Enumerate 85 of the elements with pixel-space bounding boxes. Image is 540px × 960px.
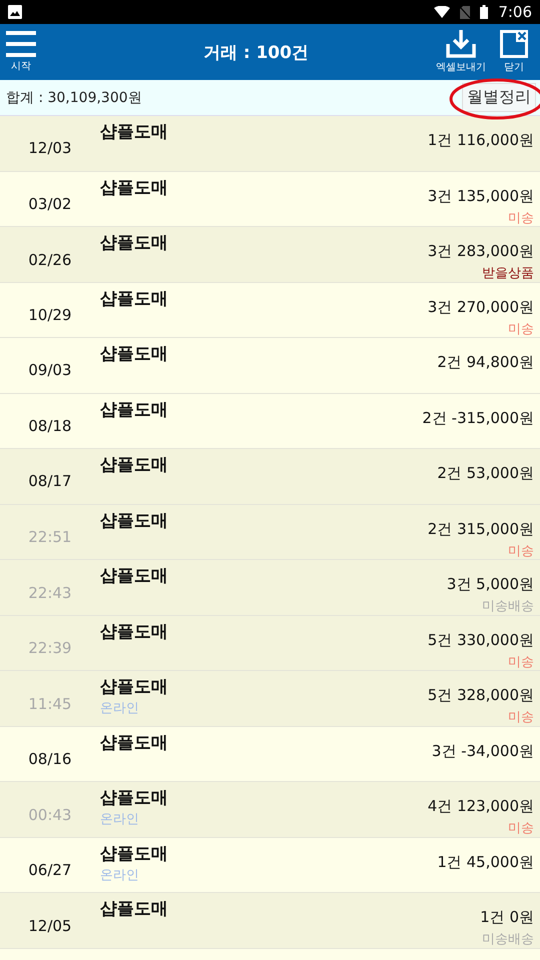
wifi-icon: [434, 6, 450, 18]
channel-label: 온라인: [100, 811, 140, 828]
transaction-amount: 3건 270,000원: [428, 298, 534, 316]
transaction-date: 10/29: [28, 306, 72, 324]
transaction-date: 12/03: [28, 139, 72, 158]
transaction-row[interactable]: 03/02 샵플도매 3건 135,000원 미송: [0, 172, 540, 227]
transaction-amount: 2건 315,000원: [428, 520, 534, 538]
transaction-date: 08/18: [28, 416, 72, 435]
close-button[interactable]: 닫기: [500, 30, 528, 74]
transaction-amount: 3건 135,000원: [428, 186, 534, 206]
transaction-amount: 2건 53,000원: [437, 464, 534, 483]
transaction-row[interactable]: 22:39 샵플도매 5건 330,000원 미송: [0, 616, 540, 671]
status-label: 미송: [508, 542, 534, 560]
monthly-summary-button[interactable]: 월별정리: [462, 83, 536, 112]
transaction-row[interactable]: 00:43 샵플도매 온라인 4건 123,000원 미송: [0, 782, 540, 838]
transaction-row[interactable]: 22:51 샵플도매 2건 315,000원 미송: [0, 504, 540, 560]
transaction-amount: 3건 -34,000원: [432, 742, 534, 760]
battery-icon: [480, 5, 488, 19]
close-window-icon: [500, 30, 528, 58]
customer-name: 샵플도매: [100, 288, 169, 310]
transaction-amount: 3건 283,000원: [428, 242, 534, 261]
transaction-time: 22:51: [28, 528, 72, 546]
transaction-time: 00:43: [28, 806, 72, 824]
transaction-date: 06/27: [28, 860, 72, 879]
transaction-amount: 5건 330,000원: [428, 630, 534, 650]
transaction-row[interactable]: 06/27 샵플도매 온라인 1건 45,000원: [0, 838, 540, 893]
transaction-row[interactable]: 08/17 샵플도매 2건 53,000원: [0, 449, 540, 504]
transaction-amount: 5건 328,000원: [428, 686, 534, 705]
transaction-row[interactable]: 08/16 샵플도매 3건 -34,000원: [0, 726, 540, 782]
download-icon: [446, 30, 476, 58]
clock-time: 7:06: [498, 3, 532, 21]
customer-name: 샵플도매: [100, 398, 169, 420]
status-label: 미송: [508, 820, 534, 837]
transaction-row[interactable]: 12/05 샵플도매 1건 0원 미송배송: [0, 893, 540, 948]
excel-export-button[interactable]: 엑셀보내기: [436, 30, 486, 74]
customer-name: 샵플도매: [100, 842, 169, 864]
transaction-amount: 1건 45,000원: [437, 852, 534, 872]
total-amount: 합계 : 30,109,300원: [6, 88, 142, 106]
transaction-date: 02/26: [28, 250, 72, 268]
customer-name: 샵플도매: [100, 121, 169, 143]
customer-name: 샵플도매: [100, 676, 169, 698]
transaction-date: 08/16: [28, 750, 72, 768]
transaction-row[interactable]: 11:45 샵플도매 온라인 5건 328,000원 미송: [0, 671, 540, 726]
transaction-date: 09/03: [28, 361, 72, 380]
status-label: 미송배송: [482, 598, 534, 615]
customer-name: 샵플도매: [100, 620, 169, 642]
customer-name: 샵플도매: [100, 898, 169, 920]
status-label: 미송: [508, 210, 534, 226]
transaction-amount: 3건 5,000원: [446, 575, 534, 594]
header-title: 거래 : 100건: [202, 42, 310, 64]
transaction-date: 12/05: [28, 916, 72, 934]
menu-icon: [6, 31, 36, 57]
transaction-date: 08/17: [28, 472, 72, 490]
transaction-date: 03/02: [28, 195, 72, 213]
transaction-amount: 1건 0원: [480, 908, 534, 927]
status-label: 미송: [508, 654, 534, 670]
customer-name: 샵플도매: [100, 176, 169, 198]
status-label: 미송: [508, 709, 534, 726]
customer-name: 샵플도매: [100, 454, 169, 476]
status-label: 미송배송: [482, 931, 534, 948]
no-sim-icon: [460, 6, 470, 18]
transaction-time: 22:39: [28, 639, 72, 657]
transaction-row[interactable]: 02/26 샵플도매 3건 283,000원 받을상품: [0, 227, 540, 282]
customer-name: 샵플도매: [100, 510, 169, 532]
channel-label: 온라인: [100, 700, 140, 717]
transaction-time: 11:45: [28, 694, 72, 712]
customer-name: 샵플도매: [100, 343, 169, 365]
status-label: 미송: [508, 320, 534, 338]
channel-label: 온라인: [100, 866, 140, 884]
menu-button[interactable]: 시작: [6, 31, 36, 73]
transaction-row[interactable]: 08/18 샵플도매 2건 -315,000원: [0, 394, 540, 449]
customer-name: 샵플도매: [100, 787, 169, 809]
customer-name: 샵플도매: [100, 565, 169, 587]
transaction-amount: 2건 -315,000원: [422, 408, 534, 428]
transaction-amount: 2건 94,800원: [437, 353, 534, 372]
transaction-row[interactable]: 22:43 샵플도매 3건 5,000원 미송배송: [0, 560, 540, 616]
transaction-row[interactable]: 10/29 샵플도매 3건 270,000원 미송: [0, 282, 540, 338]
image-icon: [8, 5, 22, 19]
customer-name: 샵플도매: [100, 732, 169, 754]
status-label: 받을상품: [482, 265, 534, 282]
transaction-row[interactable]: 12/03 샵플도매 1건 116,000원: [0, 116, 540, 172]
transaction-amount: 4건 123,000원: [428, 797, 534, 816]
customer-name: 샵플도매: [100, 232, 169, 254]
transaction-time: 22:43: [28, 584, 72, 602]
transaction-amount: 1건 116,000원: [428, 131, 534, 150]
